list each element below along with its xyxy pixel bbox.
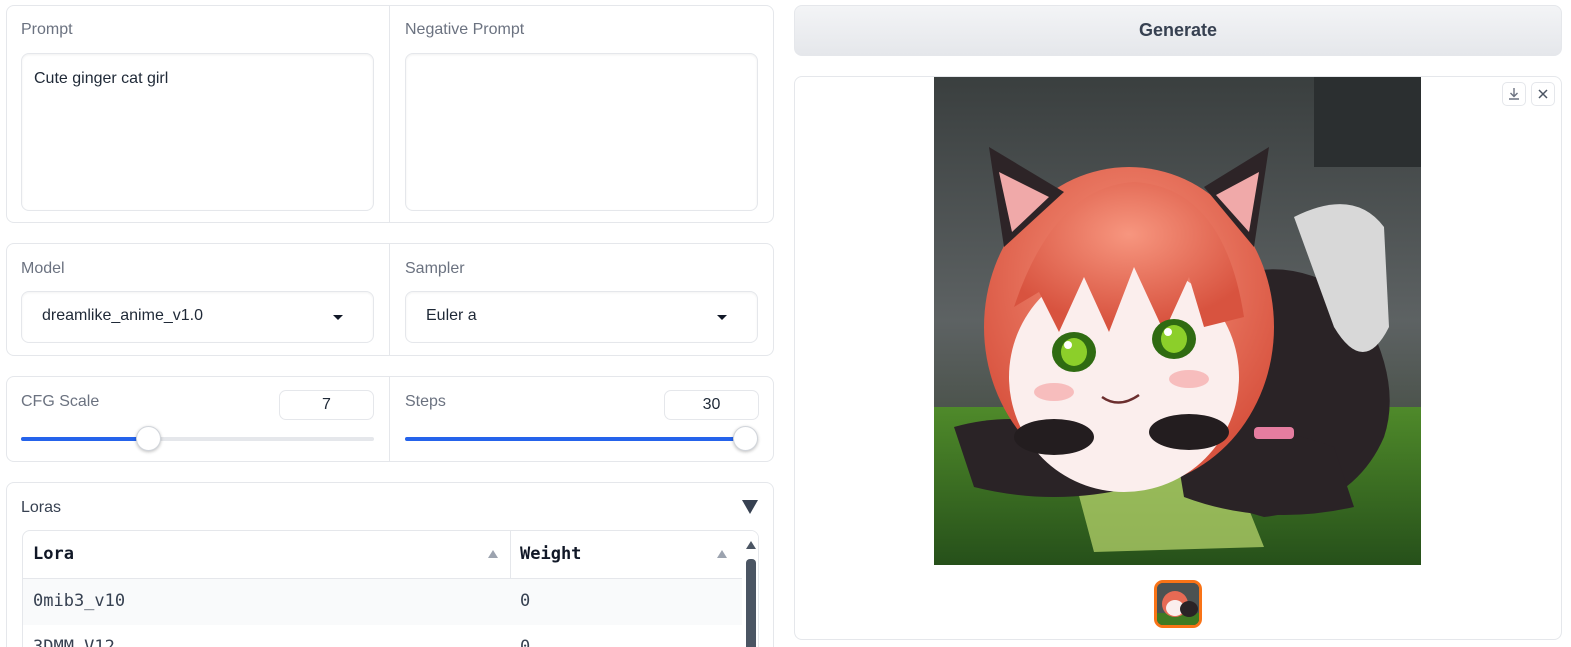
sort-up-icon[interactable]: [717, 550, 727, 558]
loras-title: Loras: [21, 499, 62, 516]
loras-block: Loras Lora Weight 0mib3_v10 0 3DMM_V12 0: [6, 482, 774, 647]
table-row[interactable]: 0mib3_v10 0: [23, 579, 742, 625]
cfg-scale-slider-fill: [21, 437, 149, 441]
table-cell[interactable]: 3DMM_V12: [33, 637, 115, 647]
thumbnail-image: [1157, 583, 1199, 625]
negative-prompt-textarea[interactable]: [405, 53, 758, 211]
table-cell[interactable]: 0mib3_v10: [33, 591, 125, 611]
steps-slider-thumb[interactable]: [732, 426, 758, 451]
sampler-value: Euler a: [426, 307, 477, 324]
steps-slider-fill: [405, 437, 745, 441]
download-button[interactable]: [1502, 82, 1526, 106]
steps-label: Steps: [405, 393, 446, 410]
table-row[interactable]: 3DMM_V12 0: [23, 625, 742, 647]
table-cell[interactable]: 0: [520, 637, 530, 647]
generated-cat-girl-image: [934, 77, 1421, 565]
prompt-label: Prompt: [21, 21, 73, 38]
model-value: dreamlike_anime_v1.0: [42, 307, 203, 324]
sampler-label: Sampler: [405, 260, 465, 277]
steps-slider-track[interactable]: [405, 437, 745, 441]
model-sampler-block: Model dreamlike_anime_v1.0 Sampler Euler…: [6, 243, 774, 356]
negative-prompt-label: Negative Prompt: [405, 21, 525, 38]
model-dropdown[interactable]: dreamlike_anime_v1.0: [21, 291, 374, 343]
table-cell[interactable]: 0: [520, 591, 530, 611]
gallery-panel: [794, 76, 1562, 640]
model-cell: Model dreamlike_anime_v1.0: [7, 244, 390, 355]
prompt-cell: Prompt Cute ginger cat girl: [7, 6, 390, 222]
cfg-scale-slider-track[interactable]: [21, 437, 374, 441]
gallery-thumbnail[interactable]: [1154, 580, 1202, 628]
close-icon: [1538, 89, 1548, 99]
steps-cell: Steps 30: [390, 377, 773, 461]
sort-up-icon[interactable]: [488, 550, 498, 558]
cfg-scale-slider-thumb[interactable]: [135, 426, 161, 451]
close-button[interactable]: [1531, 82, 1555, 106]
model-label: Model: [21, 260, 65, 277]
chevron-down-icon: [717, 315, 727, 320]
generate-button[interactable]: Generate: [794, 5, 1562, 56]
column-header-weight[interactable]: Weight: [510, 531, 742, 578]
column-header-lora[interactable]: Lora: [23, 531, 510, 578]
prompt-block: Prompt Cute ginger cat girl Negative Pro…: [6, 5, 774, 223]
sampler-cell: Sampler Euler a: [390, 244, 773, 355]
cfg-scale-label: CFG Scale: [21, 393, 100, 410]
negative-prompt-cell: Negative Prompt: [390, 6, 773, 222]
sliders-block: CFG Scale 7 Steps 30: [6, 376, 774, 462]
steps-input[interactable]: 30: [664, 390, 759, 420]
scrollbar[interactable]: [742, 531, 758, 647]
cfg-scale-input[interactable]: 7: [279, 390, 374, 420]
sampler-dropdown[interactable]: Euler a: [405, 291, 758, 343]
triangle-down-icon[interactable]: [742, 500, 758, 514]
download-icon: [1509, 88, 1519, 100]
chevron-down-icon: [333, 315, 343, 320]
loras-table: Lora Weight 0mib3_v10 0 3DMM_V12 0: [22, 530, 759, 647]
scrollbar-thumb[interactable]: [746, 559, 756, 647]
scroll-up-icon[interactable]: [746, 541, 756, 549]
prompt-textarea[interactable]: Cute ginger cat girl: [21, 53, 374, 211]
cfg-scale-cell: CFG Scale 7: [7, 377, 390, 461]
